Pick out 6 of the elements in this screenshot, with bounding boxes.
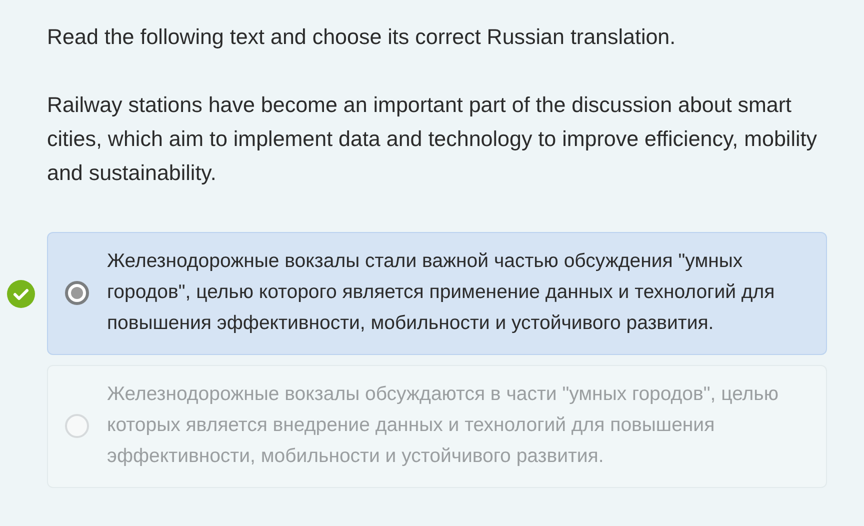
instruction-text: Read the following text and choose its correct Russian translation. <box>47 24 677 51</box>
answer-option[interactable]: Железнодорожные вокзалы стали важной частью обсуждения "умных городов", целью которого является применение данных и технологий для повышения эффективности, мобильности и устойчивого развития. <box>47 232 827 355</box>
option-text: Железнодорожные вокзалы обсуждаются в части "умных городов", целью которых является внедрение данных и технологий для повышения эффективности, мобильности и устойчивого развития. <box>107 382 780 469</box>
option-text: Железнодорожные вокзалы стали важной частью обсуждения "умных городов", целью которого является применение данных и технологий для повышения эффективности, мобильности и устойчивого развития. <box>107 249 776 336</box>
passage-text: Railway stations have become an important part of the discussion about smart cities, which aim to implement data and technology to improve efficiency, mobility and sustainability. <box>47 92 818 187</box>
radio-button[interactable] <box>65 280 89 304</box>
